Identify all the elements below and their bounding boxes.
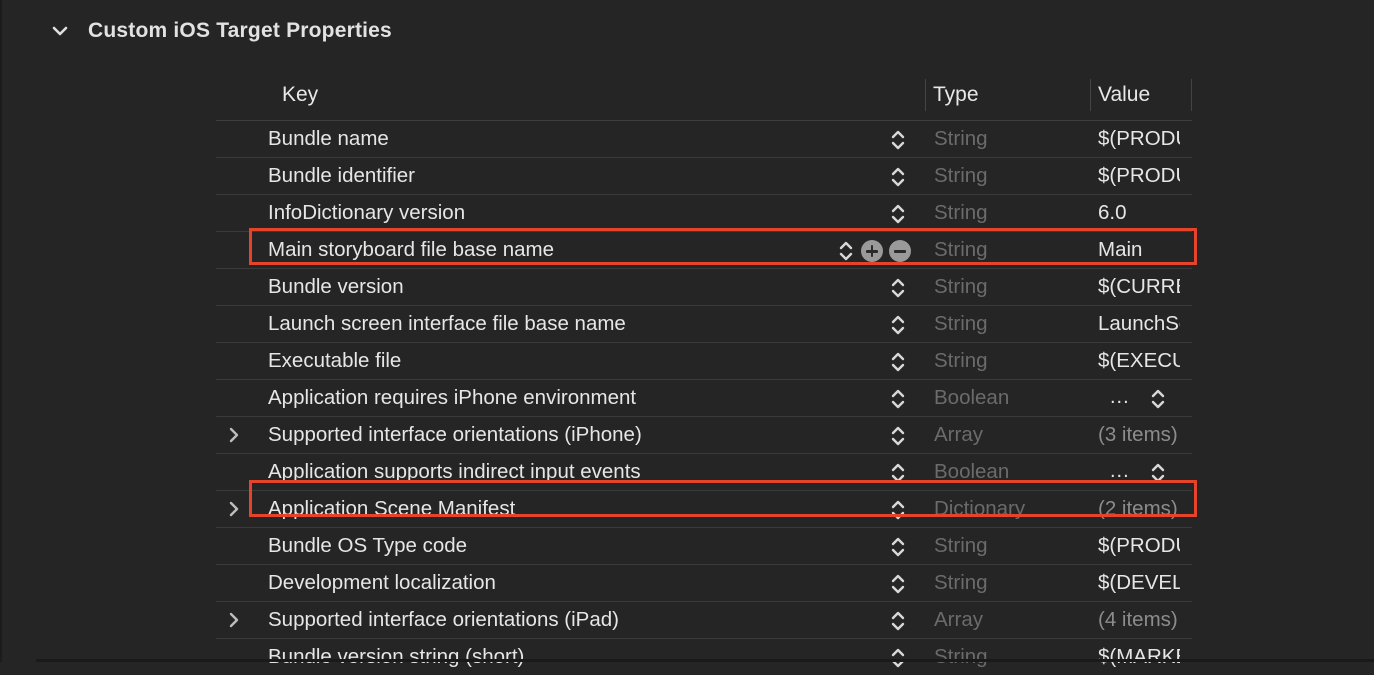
row-key[interactable]: Bundle OS Type code — [268, 528, 467, 564]
window-edge — [0, 0, 2, 662]
column-divider[interactable] — [1191, 79, 1192, 111]
row-value[interactable]: $(EXECUTABLE_NAME) — [1098, 343, 1180, 379]
row-value-popup[interactable]: ... — [1110, 380, 1130, 416]
row-key[interactable]: Main storyboard file base name — [268, 232, 554, 268]
chevron-down-icon[interactable] — [48, 19, 72, 43]
row-key[interactable]: Supported interface orientations (iPhone… — [268, 417, 642, 453]
row-key[interactable]: Supported interface orientations (iPad) — [268, 602, 619, 638]
row-value[interactable]: (3 items) — [1098, 417, 1180, 453]
table-row[interactable]: Bundle identifier String $(PRODUCT_BUNDLE_… — [216, 158, 1192, 195]
table-header: Key Type Value — [216, 76, 1192, 121]
key-stepper-icon[interactable] — [888, 276, 908, 300]
row-key[interactable]: Launch screen interface file base name — [268, 306, 626, 342]
row-type[interactable]: Array — [934, 417, 983, 453]
table-row[interactable]: Supported interface orientations (iPad) A… — [216, 602, 1192, 639]
row-type[interactable]: String — [934, 528, 988, 564]
row-key[interactable]: Application Scene Manifest — [268, 491, 515, 527]
row-value[interactable]: $(PRODUCT_BUNDLE_IDENTIFIER) — [1098, 158, 1180, 194]
row-key[interactable]: Bundle version string (short) — [268, 639, 524, 675]
row-value[interactable]: (4 items) — [1098, 602, 1180, 638]
key-stepper-icon[interactable] — [888, 646, 908, 670]
row-type[interactable]: String — [934, 639, 988, 675]
value-stepper-icon[interactable] — [1148, 461, 1168, 485]
row-type[interactable]: String — [934, 565, 988, 601]
row-key[interactable]: InfoDictionary version — [268, 195, 465, 231]
row-type[interactable]: String — [934, 269, 988, 305]
row-key[interactable]: Executable file — [268, 343, 401, 379]
row-type[interactable]: String — [934, 158, 988, 194]
chevron-right-icon[interactable] — [224, 609, 244, 631]
add-row-button[interactable] — [861, 240, 883, 262]
section-title: Custom iOS Target Properties — [88, 19, 392, 42]
table-row[interactable]: InfoDictionary version String 6.0 — [216, 195, 1192, 232]
table-row[interactable]: Application supports indirect input even… — [216, 454, 1192, 491]
row-type[interactable]: String — [934, 306, 988, 342]
row-key[interactable]: Bundle name — [268, 121, 389, 157]
chevron-right-icon[interactable] — [224, 498, 244, 520]
column-header-type[interactable]: Type — [933, 76, 979, 120]
row-value[interactable]: $(PRODUCT_NAME) — [1098, 121, 1180, 157]
table-row[interactable]: Application requires iPhone environment B… — [216, 380, 1192, 417]
key-stepper-icon[interactable] — [888, 572, 908, 596]
table-row[interactable]: Bundle version String $(CURRENT_PROJECT_VE… — [216, 269, 1192, 306]
key-stepper-icon[interactable] — [888, 461, 908, 485]
table-row[interactable]: Launch screen interface file base name St… — [216, 306, 1192, 343]
row-type[interactable]: String — [934, 195, 988, 231]
row-value[interactable]: $(CURRENT_PROJECT_VERSION) — [1098, 269, 1180, 305]
row-type[interactable]: Boolean — [934, 380, 1009, 416]
row-type[interactable]: String — [934, 232, 988, 268]
key-stepper-icon[interactable] — [888, 387, 908, 411]
section-header[interactable]: Custom iOS Target Properties — [48, 14, 392, 48]
row-value[interactable]: $(DEVELOPMENT_LANGUAGE) — [1098, 565, 1180, 601]
column-divider[interactable] — [925, 79, 926, 111]
table-row[interactable]: Supported interface orientations (iPhone… — [216, 417, 1192, 454]
key-stepper-icon[interactable] — [836, 239, 856, 263]
row-value[interactable]: $(PRODUCT_BUNDLE_PACKAGE_TYPE) — [1098, 528, 1180, 564]
row-key[interactable]: Bundle identifier — [268, 158, 415, 194]
row-key[interactable]: Development localization — [268, 565, 496, 601]
key-stepper-icon[interactable] — [888, 165, 908, 189]
property-list-table: Key Type Value Bundle name String $(PRODUC… — [216, 76, 1192, 675]
column-header-value[interactable]: Value — [1098, 76, 1150, 120]
chevron-right-icon[interactable] — [224, 424, 244, 446]
value-stepper-icon[interactable] — [1148, 387, 1168, 411]
table-row[interactable]: Bundle name String $(PRODUCT_NAME) — [216, 121, 1192, 158]
row-key[interactable]: Application requires iPhone environment — [268, 380, 636, 416]
row-type[interactable]: Array — [934, 602, 983, 638]
key-stepper-icon[interactable] — [888, 609, 908, 633]
row-value-popup[interactable]: ... — [1110, 454, 1130, 490]
key-stepper-icon[interactable] — [888, 535, 908, 559]
key-stepper-icon[interactable] — [888, 313, 908, 337]
key-stepper-icon[interactable] — [888, 202, 908, 226]
column-header-key[interactable]: Key — [282, 76, 318, 120]
row-type[interactable]: Boolean — [934, 454, 1009, 490]
table-row[interactable]: Bundle version string (short) String $(MAR… — [216, 639, 1192, 675]
remove-row-button[interactable] — [889, 240, 911, 262]
row-key[interactable]: Bundle version — [268, 269, 404, 305]
key-stepper-icon[interactable] — [888, 498, 908, 522]
table-row[interactable]: Application Scene Manifest Dictionary (2 i… — [216, 491, 1192, 528]
table-row[interactable]: Bundle OS Type code String $(PRODUCT_BUNDL… — [216, 528, 1192, 565]
row-value[interactable]: 6.0 — [1098, 195, 1180, 231]
table-body: Bundle nameString$(PRODUCT_NAME)Bundle i… — [216, 121, 1192, 675]
row-value[interactable]: (2 items) — [1098, 491, 1180, 527]
table-row[interactable]: Main storyboard file base name String Main — [216, 232, 1192, 269]
table-row[interactable]: Executable file String $(EXECUTABLE_NAME) — [216, 343, 1192, 380]
row-key[interactable]: Application supports indirect input even… — [268, 454, 641, 490]
column-divider[interactable] — [1090, 79, 1091, 111]
key-stepper-icon[interactable] — [888, 128, 908, 152]
row-value[interactable]: LaunchScreen — [1098, 306, 1180, 342]
row-type[interactable]: Dictionary — [934, 491, 1025, 527]
row-type[interactable]: String — [934, 121, 988, 157]
table-row[interactable]: Development localization String $(DEVELOPM… — [216, 565, 1192, 602]
row-value[interactable]: $(MARKETING_VERSION) — [1098, 639, 1180, 675]
row-value[interactable]: Main — [1098, 232, 1180, 268]
row-type[interactable]: String — [934, 343, 988, 379]
key-stepper-icon[interactable] — [888, 424, 908, 448]
key-stepper-icon[interactable] — [888, 350, 908, 374]
